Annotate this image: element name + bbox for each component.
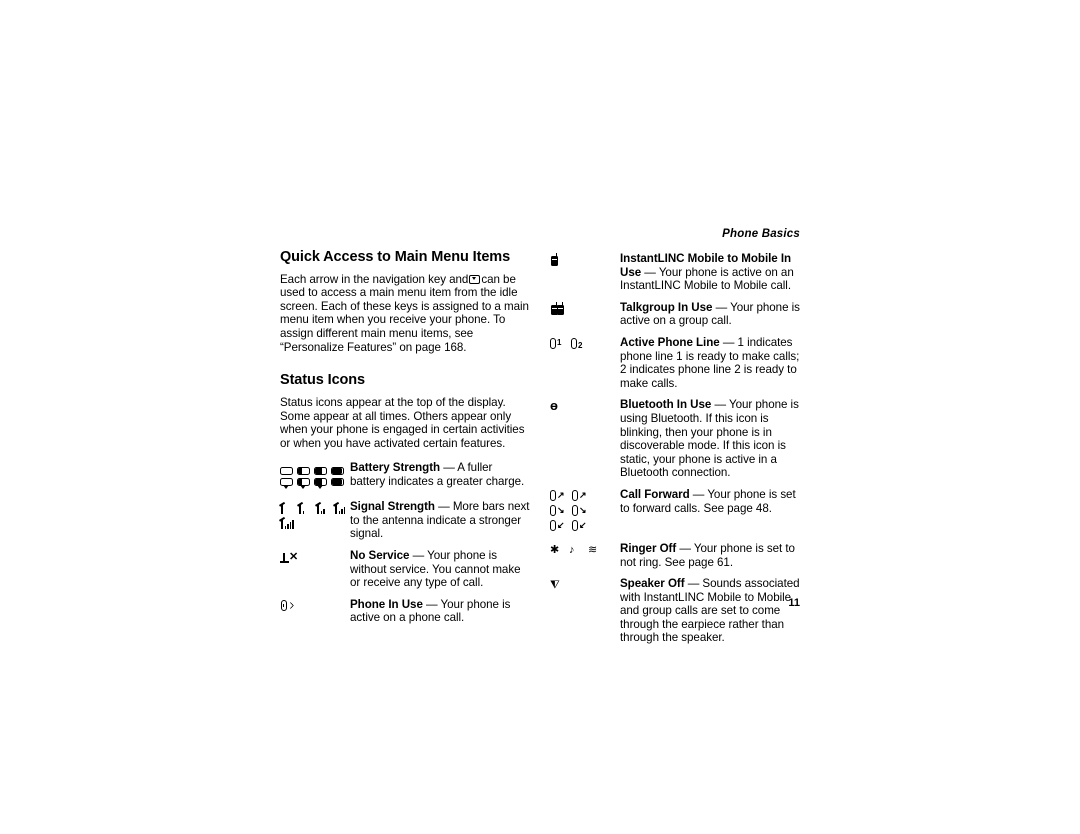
antenna-x-icon: ✕ — [280, 551, 298, 564]
term-label: No Service — [350, 549, 410, 563]
term-label: Bluetooth In Use — [620, 398, 712, 412]
term-label: Signal Strength — [350, 500, 435, 514]
list-item: ✕ No Service — Your phone is without ser… — [280, 549, 530, 590]
phone-line-2-icon: 2 — [571, 337, 585, 350]
ringer-off-icon: ✱ ♪ ≋ — [550, 542, 620, 558]
battery-charging-low-icon — [297, 478, 310, 490]
ringer-vibrate-icon: ✱ — [550, 543, 560, 556]
right-column: InstantLINC Mobile to Mobile In Use — Yo… — [550, 252, 800, 645]
section-heading-quick-access: Quick Access to Main Menu Items — [280, 249, 511, 265]
signal-strength-icon — [280, 500, 350, 531]
call-forward-3b-icon: ↙ — [572, 519, 587, 532]
signal-4-icon — [280, 518, 294, 530]
list-item: Battery Strength — A fuller battery indi… — [280, 461, 530, 492]
list-item-definition: Bluetooth In Use — Your phone is using B… — [620, 398, 800, 480]
term-label: Ringer Off — [620, 541, 677, 555]
walkie-talkie-icon — [550, 253, 559, 266]
em-dash: — — [679, 541, 691, 555]
talkgroup-in-use-icon — [550, 301, 620, 317]
paragraph-part-1: Each arrow in the navigation key and — [280, 272, 469, 286]
two-walkie-talkies-icon — [550, 301, 565, 315]
quick-access-paragraph: Each arrow in the navigation key and can … — [280, 273, 530, 355]
call-forward-1a-icon: ↗ — [550, 489, 565, 502]
term-label: Call Forward — [620, 487, 690, 501]
list-item-definition: Signal Strength — More bars next to the … — [350, 500, 530, 541]
battery-empty-icon — [280, 467, 293, 476]
no-service-icon: ✕ — [280, 549, 350, 565]
em-dash: — — [412, 549, 425, 563]
battery-mid-icon — [314, 467, 327, 476]
ringer-silent-icon: ≋ — [588, 543, 598, 556]
list-item-definition: Active Phone Line — 1 indicates phone li… — [620, 336, 800, 390]
em-dash: — — [715, 300, 728, 314]
running-head: Phone Basics — [722, 228, 800, 240]
list-item-definition: Ringer Off — Your phone is set to not ri… — [620, 542, 800, 569]
battery-low-icon — [297, 467, 310, 476]
battery-charging-full-icon — [331, 478, 344, 490]
list-item-definition: Talkgroup In Use — Your phone is active … — [620, 301, 800, 328]
em-dash: — — [438, 500, 450, 514]
signal-1-icon — [298, 503, 312, 515]
term-label: Battery Strength — [350, 461, 441, 475]
battery-full-icon — [331, 467, 344, 476]
em-dash: — — [692, 487, 705, 501]
list-item: ⧨ Speaker Off — Sounds associated with I… — [550, 577, 800, 645]
list-item-definition: Battery Strength — A fuller battery indi… — [350, 461, 530, 488]
em-dash: — — [722, 335, 735, 349]
battery-charging-empty-icon — [280, 478, 293, 490]
bluetooth-in-use-icon: ɵ — [550, 398, 620, 414]
em-dash: — — [443, 461, 455, 475]
em-dash: — — [644, 265, 656, 279]
speaker-off-icon: ⧨ — [550, 577, 620, 593]
list-item-definition: Call Forward — Your phone is set to forw… — [620, 488, 800, 515]
em-dash: — — [687, 577, 700, 591]
speaker-muted-icon: ⧨ — [550, 579, 560, 592]
call-forward-3a-icon: ↙ — [550, 519, 565, 532]
call-forward-1b-icon: ↗ — [572, 489, 587, 502]
em-dash: — — [714, 398, 727, 412]
list-item: Talkgroup In Use — Your phone is active … — [550, 301, 800, 328]
battery-strength-icon — [280, 461, 350, 492]
list-item: 1 2 Active Phone Line — 1 indicates phon… — [550, 336, 800, 390]
active-phone-line-icon: 1 2 — [550, 336, 620, 352]
bluetooth-symbol-icon: ɵ — [550, 398, 558, 414]
call-forward-2b-icon: ↘ — [572, 504, 587, 517]
term-label: Talkgroup In Use — [620, 300, 713, 314]
section-heading-status-icons: Status Icons — [280, 372, 366, 389]
instantlinc-mobile-icon — [550, 252, 620, 268]
list-item-definition: Speaker Off — Sounds associated with Ins… — [620, 577, 800, 645]
list-item: Signal Strength — More bars next to the … — [280, 500, 530, 541]
signal-0-icon — [280, 503, 294, 515]
call-forward-icon: ↗ ↗ ↘ ↘ ↙ ↙ — [550, 488, 620, 534]
signal-3-icon — [334, 503, 348, 515]
signal-2-icon — [316, 503, 330, 515]
list-item: ɵ Bluetooth In Use — Your phone is using… — [550, 398, 800, 480]
document-page: Phone Basics Quick Access to Main Menu I… — [0, 0, 1080, 834]
list-item: InstantLINC Mobile to Mobile In Use — Yo… — [550, 252, 800, 293]
phone-line-1-icon: 1 — [550, 337, 564, 350]
nav-key-icon — [469, 274, 481, 284]
list-item-definition: InstantLINC Mobile to Mobile In Use — Yo… — [620, 252, 800, 293]
ringer-note-icon: ♪ — [569, 543, 575, 556]
call-forward-2a-icon: ↘ — [550, 504, 565, 517]
list-item: ✱ ♪ ≋ Ringer Off — Your phone is set to … — [550, 542, 800, 569]
right-icon-list: InstantLINC Mobile to Mobile In Use — Yo… — [550, 252, 800, 645]
list-item: ↗ ↗ ↘ ↘ ↙ ↙ Call Forward — Your phone is… — [550, 488, 800, 534]
page-number: 11 — [788, 597, 800, 609]
term-label: Speaker Off — [620, 577, 685, 591]
term-label: Active Phone Line — [620, 335, 720, 349]
list-item-definition: No Service — Your phone is without servi… — [350, 549, 530, 590]
status-icons-intro: Status icons appear at the top of the di… — [280, 395, 525, 450]
left-column: Quick Access to Main Menu Items Each arr… — [280, 249, 530, 625]
battery-charging-mid-icon — [314, 478, 327, 490]
